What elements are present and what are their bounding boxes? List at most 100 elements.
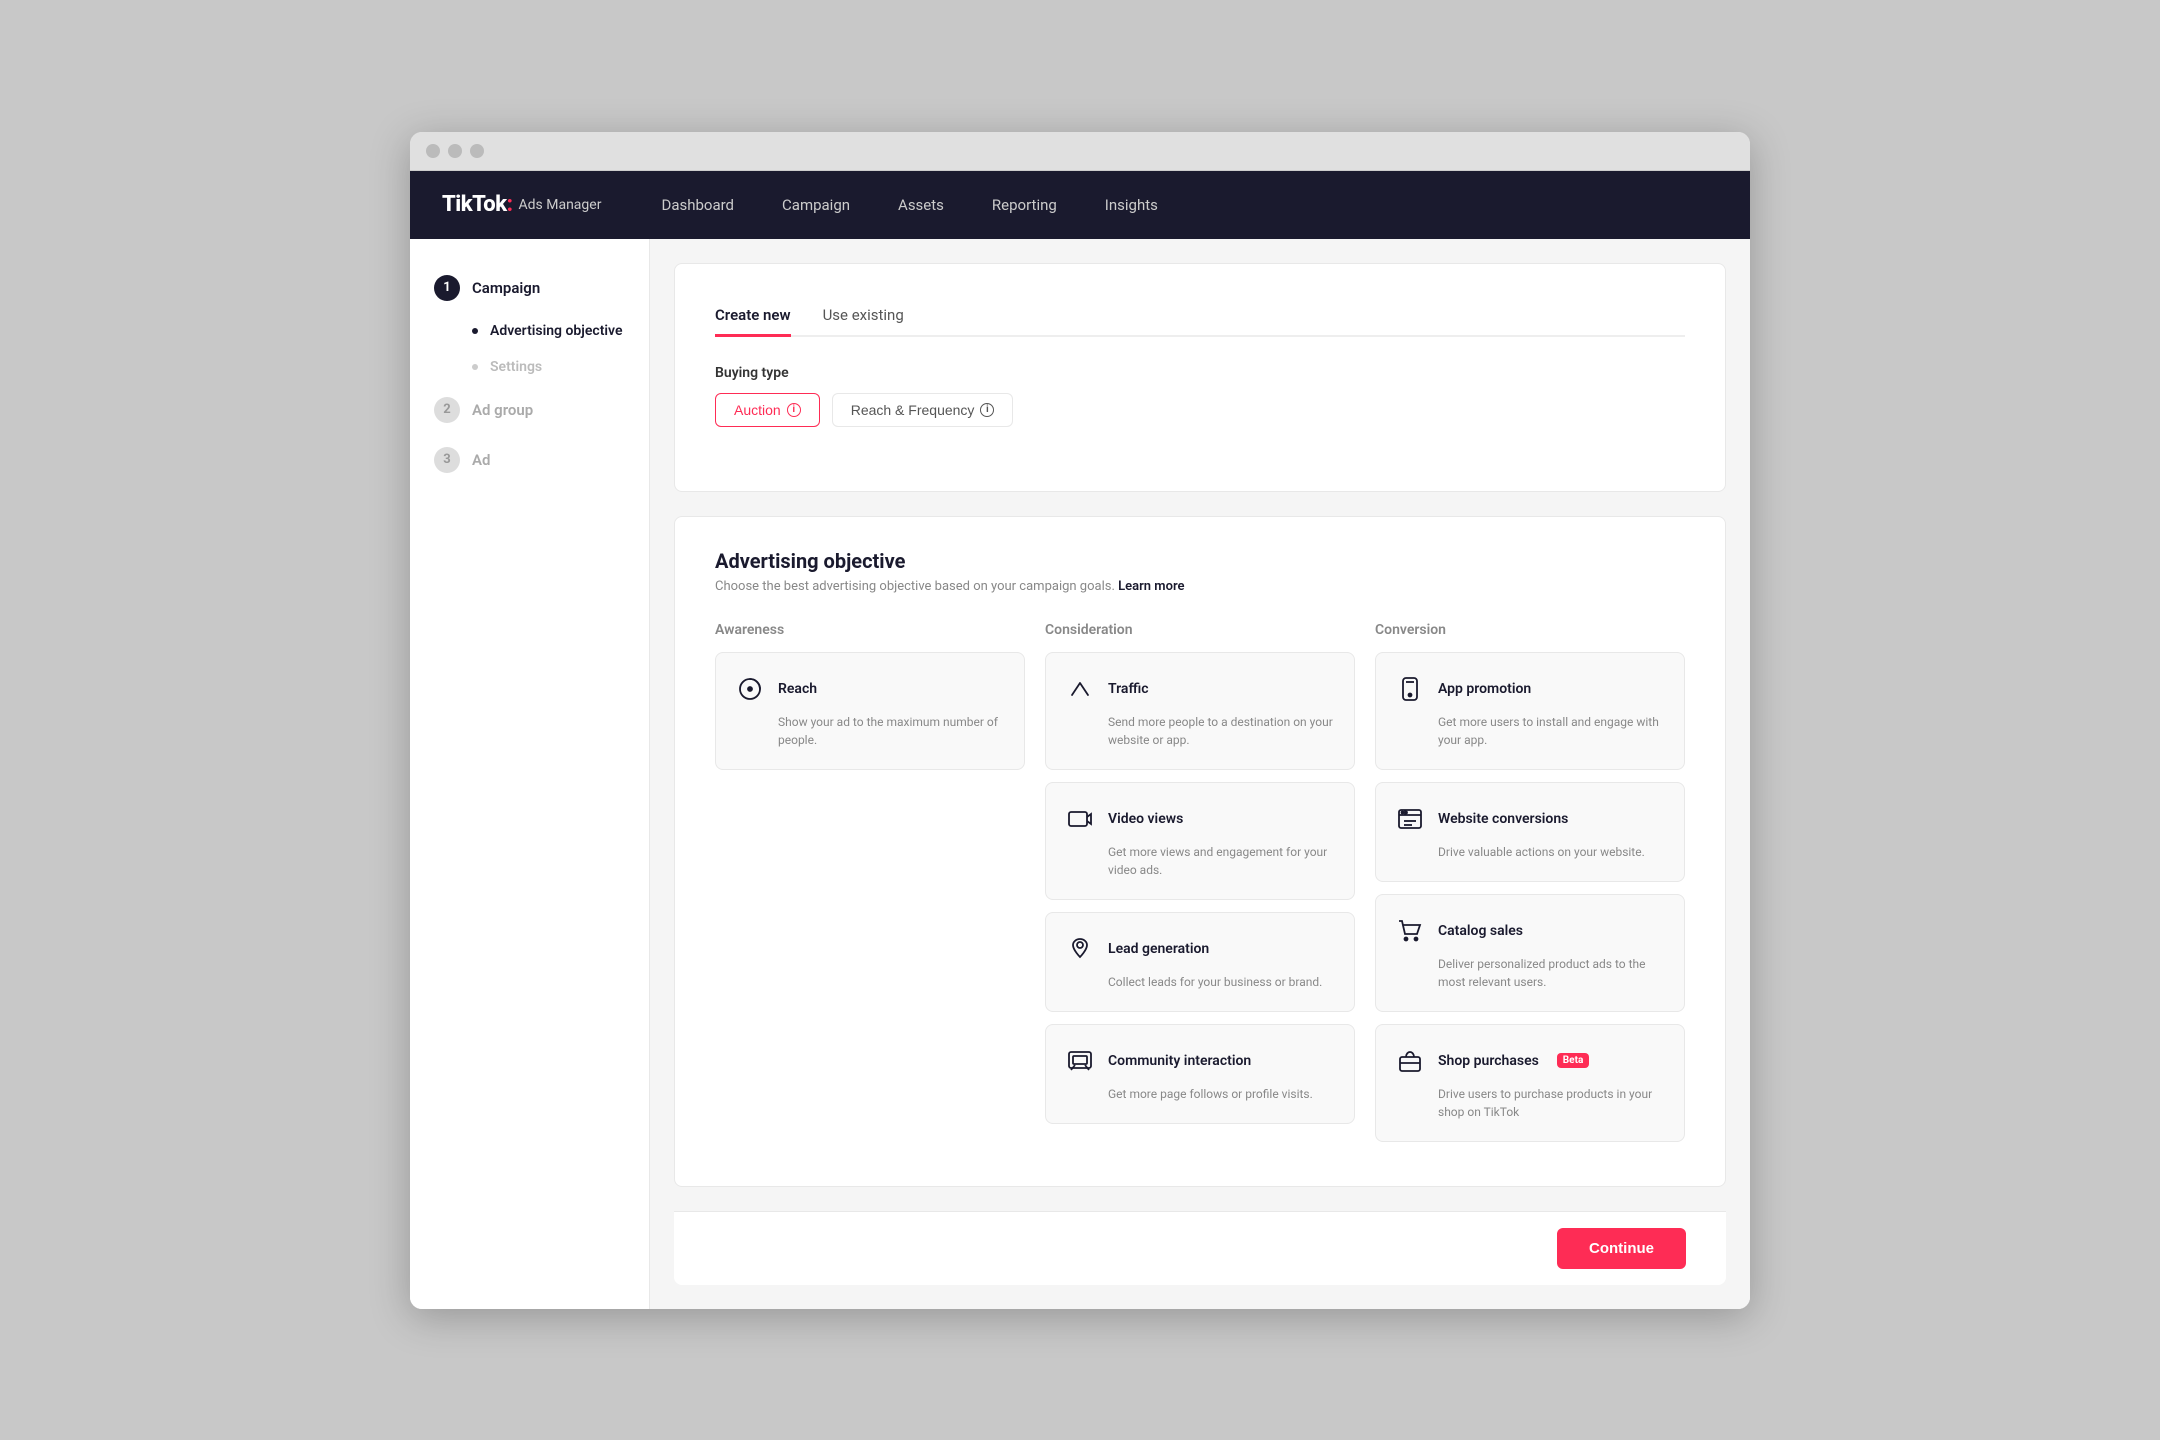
- main-layout: 1 Campaign Advertising objective Setting…: [410, 239, 1750, 1309]
- video-card-header: Video views: [1064, 803, 1336, 835]
- buying-btn-reach-frequency-label: Reach & Frequency: [851, 402, 975, 418]
- website-desc: Drive valuable actions on your website.: [1394, 843, 1666, 861]
- nav-campaign[interactable]: Campaign: [778, 188, 854, 222]
- buying-btn-auction-label: Auction: [734, 402, 781, 418]
- awareness-col-label: Awareness: [715, 622, 1025, 638]
- lead-title: Lead generation: [1108, 941, 1209, 957]
- sidebar-step-campaign[interactable]: 1 Campaign: [410, 263, 649, 313]
- buying-type-label: Buying type: [715, 365, 1685, 381]
- nav-assets[interactable]: Assets: [894, 188, 948, 222]
- catalog-card-header: Catalog sales: [1394, 915, 1666, 947]
- nav-insights[interactable]: Insights: [1101, 188, 1162, 222]
- shop-desc: Drive users to purchase products in your…: [1394, 1085, 1666, 1121]
- logo-colon: :: [507, 192, 513, 217]
- website-icon: [1394, 803, 1426, 835]
- step-number-3: 3: [434, 447, 460, 473]
- traffic-card-header: Traffic: [1064, 673, 1336, 705]
- objective-card-reach[interactable]: Reach Show your ad to the maximum number…: [715, 652, 1025, 770]
- browser-dot-1: [426, 144, 440, 158]
- step-label-campaign: Campaign: [472, 279, 540, 297]
- objective-card-traffic[interactable]: Traffic Send more people to a destinatio…: [1045, 652, 1355, 770]
- buying-type-card: Create new Use existing Buying type Auct…: [674, 263, 1726, 492]
- browser-chrome: [410, 132, 1750, 171]
- sidebar-step-ad[interactable]: 3 Ad: [410, 435, 649, 485]
- objective-card-shop[interactable]: Shop purchases Beta Drive users to purch…: [1375, 1024, 1685, 1142]
- lead-desc: Collect leads for your business or brand…: [1064, 973, 1336, 991]
- website-title: Website conversions: [1438, 811, 1568, 827]
- step-label-ad: Ad: [472, 451, 490, 469]
- shop-icon: [1394, 1045, 1426, 1077]
- video-title: Video views: [1108, 811, 1183, 827]
- buying-btn-auction[interactable]: Auction i: [715, 393, 820, 427]
- shop-title: Shop purchases: [1438, 1053, 1539, 1069]
- browser-dot-2: [448, 144, 462, 158]
- community-desc: Get more page follows or profile visits.: [1064, 1085, 1336, 1103]
- sub-label-settings: Settings: [490, 359, 542, 375]
- bottom-bar: Continue: [674, 1211, 1726, 1285]
- tab-use-existing[interactable]: Use existing: [823, 296, 904, 337]
- app-desc: Get more users to install and engage wit…: [1394, 713, 1666, 749]
- objective-card-video[interactable]: Video views Get more views and engagemen…: [1045, 782, 1355, 900]
- consideration-column: Consideration Traffic Send more people t…: [1045, 622, 1355, 1154]
- tab-create-new[interactable]: Create new: [715, 296, 791, 337]
- reach-title: Reach: [778, 681, 817, 697]
- top-nav: TikTok: Ads Manager Dashboard Campaign A…: [410, 171, 1750, 239]
- sidebar-sub-settings[interactable]: Settings: [410, 349, 649, 385]
- continue-button[interactable]: Continue: [1557, 1228, 1686, 1269]
- shop-card-header: Shop purchases Beta: [1394, 1045, 1666, 1077]
- advertising-objective-section: Advertising objective Choose the best ad…: [674, 516, 1726, 1187]
- advertising-objective-desc: Choose the best advertising objective ba…: [715, 579, 1685, 594]
- advertising-objective-title: Advertising objective: [715, 549, 1685, 573]
- objective-columns: Awareness Reach Show your ad to the maxi…: [715, 622, 1685, 1154]
- sidebar: 1 Campaign Advertising objective Setting…: [410, 239, 650, 1309]
- conversion-column: Conversion App promotion Get more users …: [1375, 622, 1685, 1154]
- buying-btn-reach-frequency[interactable]: Reach & Frequency i: [832, 393, 1014, 427]
- step-number-2: 2: [434, 397, 460, 423]
- traffic-icon: [1064, 673, 1096, 705]
- video-desc: Get more views and engagement for your v…: [1064, 843, 1336, 879]
- traffic-desc: Send more people to a destination on you…: [1064, 713, 1336, 749]
- objective-card-lead[interactable]: Lead generation Collect leads for your b…: [1045, 912, 1355, 1012]
- beta-badge: Beta: [1557, 1053, 1590, 1068]
- learn-more-link[interactable]: Learn more: [1118, 579, 1184, 594]
- browser-dot-3: [470, 144, 484, 158]
- objective-card-community[interactable]: Community interaction Get more page foll…: [1045, 1024, 1355, 1124]
- lead-icon: [1064, 933, 1096, 965]
- content-area: Create new Use existing Buying type Auct…: [650, 239, 1750, 1309]
- step-label-adgroup: Ad group: [472, 401, 533, 419]
- nav-dashboard[interactable]: Dashboard: [657, 188, 738, 222]
- sub-dot-advertising-objective: [472, 328, 478, 334]
- app-container: TikTok: Ads Manager Dashboard Campaign A…: [410, 171, 1750, 1309]
- traffic-title: Traffic: [1108, 681, 1149, 697]
- video-icon: [1064, 803, 1096, 835]
- catalog-desc: Deliver personalized product ads to the …: [1394, 955, 1666, 991]
- catalog-title: Catalog sales: [1438, 923, 1523, 939]
- logo: TikTok:: [442, 192, 513, 217]
- community-card-header: Community interaction: [1064, 1045, 1336, 1077]
- objective-card-catalog[interactable]: Catalog sales Deliver personalized produ…: [1375, 894, 1685, 1012]
- sidebar-sub-advertising-objective[interactable]: Advertising objective: [410, 313, 649, 349]
- logo-subtitle: Ads Manager: [519, 197, 602, 213]
- community-title: Community interaction: [1108, 1053, 1251, 1069]
- objective-card-app[interactable]: App promotion Get more users to install …: [1375, 652, 1685, 770]
- advertising-objective-desc-text: Choose the best advertising objective ba…: [715, 579, 1115, 594]
- nav-reporting[interactable]: Reporting: [988, 188, 1061, 222]
- auction-info-icon: i: [787, 403, 801, 417]
- tabs: Create new Use existing: [715, 296, 1685, 337]
- consideration-col-label: Consideration: [1045, 622, 1355, 638]
- reach-icon: [734, 673, 766, 705]
- buying-type-row: Auction i Reach & Frequency i: [715, 393, 1685, 427]
- lead-card-header: Lead generation: [1064, 933, 1336, 965]
- website-card-header: Website conversions: [1394, 803, 1666, 835]
- logo-area: TikTok: Ads Manager: [442, 192, 601, 217]
- reach-frequency-info-icon: i: [980, 403, 994, 417]
- sidebar-step-adgroup[interactable]: 2 Ad group: [410, 385, 649, 435]
- reach-desc: Show your ad to the maximum number of pe…: [734, 713, 1006, 749]
- sub-dot-settings: [472, 364, 478, 370]
- catalog-icon: [1394, 915, 1426, 947]
- app-title: App promotion: [1438, 681, 1531, 697]
- step-number-1: 1: [434, 275, 460, 301]
- community-icon: [1064, 1045, 1096, 1077]
- conversion-col-label: Conversion: [1375, 622, 1685, 638]
- objective-card-website[interactable]: Website conversions Drive valuable actio…: [1375, 782, 1685, 882]
